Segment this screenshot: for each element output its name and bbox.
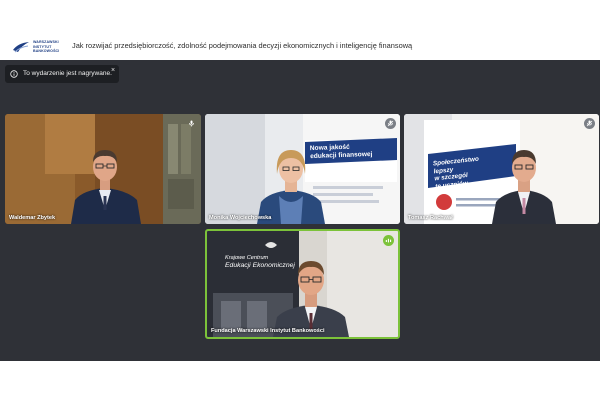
header-bar: WARSZAWSKI INSTYTUT BANKOWOŚCI Jak rozwi…: [0, 0, 600, 60]
participant-tile-3[interactable]: Społeczeństwo lepszy w szczegól te uczni…: [404, 114, 599, 224]
background-poster-text: Nowa jakość edukacji finansowej: [310, 143, 373, 161]
mic-off-icon: [387, 120, 394, 127]
mic-off-icon: [586, 120, 593, 127]
logo-text: WARSZAWSKI INSTYTUT BANKOWOŚCI: [33, 40, 59, 54]
participant-tile-2[interactable]: Nowa jakość edukacji finansowej Monika W…: [205, 114, 400, 224]
logo-line-3: BANKOWOŚCI: [33, 49, 60, 54]
event-title: Jak rozwijać przedsiębiorczość, zdolność…: [72, 41, 413, 50]
poster-line: Edukacji Ekonomicznej: [225, 262, 295, 269]
wib-logo: WARSZAWSKI INSTYTUT BANKOWOŚCI: [12, 38, 62, 56]
participant-name: Monika Wojciechowska: [209, 215, 272, 221]
mic-badge: [186, 118, 197, 129]
participant-video-2: [205, 114, 400, 224]
wib-logo-mark-icon: [13, 42, 29, 53]
background-poster-text: Społeczeństwo lepszy w szczegól te uczni…: [433, 156, 482, 191]
close-icon[interactable]: ×: [111, 67, 115, 74]
participant-tile-4[interactable]: Krajowe Centrum Edukacji Ekonomicznej Fu…: [205, 229, 400, 339]
participant-name: Waldemar Zbytek: [9, 215, 56, 221]
recording-text: To wydarzenie jest nagrywane.: [23, 70, 112, 77]
mic-icon: [189, 120, 194, 127]
participant-tile-1[interactable]: Waldemar Zbytek: [5, 114, 201, 224]
recording-banner: To wydarzenie jest nagrywane. ×: [5, 65, 119, 83]
poster-line: Krajowe Centrum: [225, 255, 269, 261]
logo-line-1: WARSZAWSKI: [33, 40, 59, 44]
participant-name: Fundacja Warszawski Instytut Bankowości: [211, 328, 325, 334]
mute-badge: [385, 118, 396, 129]
participant-video-4: [207, 231, 398, 337]
footer-area: [0, 361, 600, 400]
speaking-indicator: [383, 235, 394, 246]
participant-video-1: [5, 114, 201, 224]
participant-name: Tomasz Rachwał: [408, 215, 453, 221]
background-poster-text: Krajowe Centrum Edukacji Ekonomicznej: [225, 255, 295, 269]
mute-badge: [584, 118, 595, 129]
info-icon: [10, 70, 18, 78]
audio-level-icon: [385, 238, 392, 243]
